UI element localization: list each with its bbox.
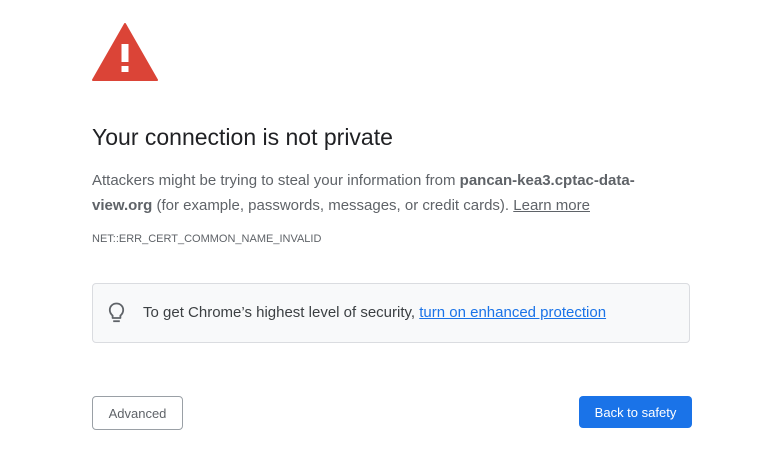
error-code: NET::ERR_CERT_COMMON_NAME_INVALID [92, 233, 322, 245]
learn-more-link[interactable]: Learn more [513, 197, 590, 214]
explanation-suffix: (for example, passwords, messages, or cr… [152, 197, 514, 214]
back-to-safety-button[interactable]: Back to safety [579, 396, 692, 428]
explanation-text: Attackers might be trying to steal your … [92, 168, 652, 218]
enhanced-protection-text: To get Chrome’s highest level of securit… [143, 304, 606, 321]
enhanced-protection-label: To get Chrome’s highest level of securit… [143, 304, 420, 321]
interstitial-page: Your connection is not private Attackers… [0, 0, 757, 463]
advanced-button[interactable]: Advanced [92, 396, 183, 430]
warning-triangle-icon [92, 23, 158, 81]
lightbulb-icon [108, 302, 125, 323]
enhanced-protection-link[interactable]: turn on enhanced protection [419, 304, 606, 321]
explanation-prefix: Attackers might be trying to steal your … [92, 172, 460, 189]
page-title: Your connection is not private [92, 124, 393, 150]
enhanced-protection-box: To get Chrome’s highest level of securit… [92, 283, 690, 343]
